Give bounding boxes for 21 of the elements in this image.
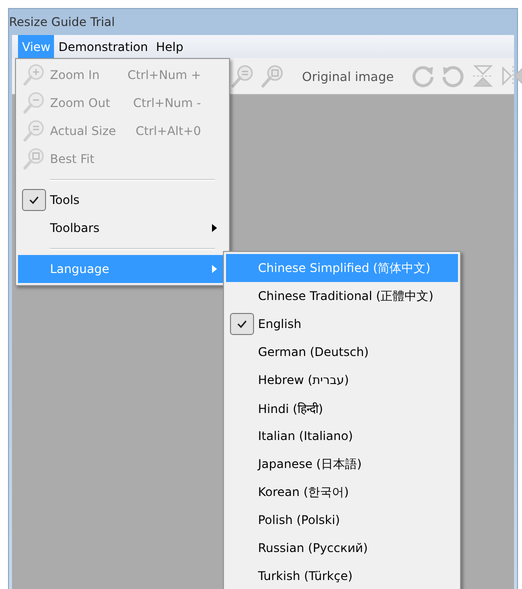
language-option[interactable]: German (Deutsch) (226, 338, 458, 366)
language-option[interactable]: Chinese Traditional (正體中文) (226, 282, 458, 310)
language-option[interactable]: Hebrew (עברית) (226, 366, 458, 394)
rotate-clockwise-icon[interactable] (410, 63, 436, 89)
menu-item[interactable]: Tools (18, 186, 227, 214)
language-option[interactable]: Hindi (हिन्दी) (226, 394, 458, 422)
menu-bar-item[interactable]: Demonstration (54, 35, 152, 58)
language-option[interactable]: Russian (Русский) (226, 534, 458, 562)
window-title: Resize Guide Trial (9, 15, 115, 29)
language-option[interactable]: Japanese (日本語) (226, 450, 458, 478)
submenu-arrow-icon (212, 224, 217, 232)
language-option[interactable]: Turkish (Türkçe) (226, 562, 458, 589)
menu-bar-item[interactable]: Help (152, 35, 188, 58)
rotate-counterclockwise-icon[interactable] (440, 63, 466, 89)
language-option[interactable]: Polish (Polski) (226, 506, 458, 534)
language-option[interactable]: English (226, 310, 458, 338)
submenu-arrow-icon (212, 265, 217, 273)
language-option[interactable]: Korean (한국어) (226, 478, 458, 506)
original-image-button[interactable]: Original image (300, 68, 396, 84)
language-option[interactable]: Italian (Italiano) (226, 422, 458, 450)
menu-item[interactable]: Toolbars (18, 214, 227, 242)
